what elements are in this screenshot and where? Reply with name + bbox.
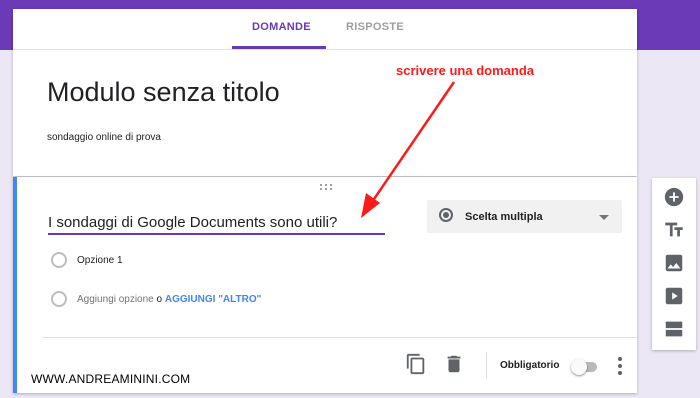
active-tab-indicator [232, 46, 326, 49]
add-other-link[interactable]: AGGIUNGI "ALTRO" [165, 294, 262, 305]
tab-bar: DOMANDE RISPOSTE [13, 9, 637, 50]
add-video-icon[interactable] [663, 285, 685, 307]
add-option-line: Aggiungi opzione o AGGIUNGI "ALTRO" [77, 294, 261, 305]
question-type-label: Scelta multipla [465, 211, 543, 223]
tab-questions[interactable]: DOMANDE [252, 21, 311, 33]
form-title[interactable]: Modulo senza titolo [47, 77, 280, 108]
question-card[interactable]: Scelta multipla Opzione 1 Aggiungi opzio… [13, 177, 637, 393]
footer-separator [486, 352, 487, 378]
drag-handle-icon[interactable] [319, 183, 333, 191]
more-vert-icon[interactable] [614, 355, 626, 377]
annotation-arrow-icon [361, 81, 456, 218]
add-title-icon[interactable] [663, 219, 685, 241]
dropdown-caret-icon [599, 215, 609, 220]
toggle-thumb [571, 359, 587, 375]
form-header-card: DOMANDE RISPOSTE Modulo senza titolo son… [13, 9, 637, 176]
add-question-icon[interactable] [663, 186, 685, 208]
or-text: o [156, 294, 163, 305]
form-description[interactable]: sondaggio online di prova [47, 132, 161, 143]
tab-responses[interactable]: RISPOSTE [346, 21, 404, 33]
footer-divider [42, 337, 637, 338]
required-toggle[interactable] [571, 358, 601, 376]
add-section-icon[interactable] [663, 318, 685, 340]
add-option-link[interactable]: Aggiungi opzione [77, 294, 154, 305]
option-label[interactable]: Opzione 1 [77, 255, 123, 266]
required-label: Obbligatorio [500, 360, 560, 371]
question-title-input[interactable] [48, 211, 385, 235]
side-toolbar [652, 178, 696, 350]
add-image-icon[interactable] [663, 252, 685, 274]
option-radio-icon [51, 291, 67, 307]
annotation-label: scrivere una domanda [396, 63, 534, 78]
option-radio-icon [51, 252, 67, 268]
trash-icon[interactable] [443, 353, 465, 375]
duplicate-icon[interactable] [405, 353, 427, 375]
watermark: WWW.ANDREAMININI.COM [31, 372, 191, 386]
